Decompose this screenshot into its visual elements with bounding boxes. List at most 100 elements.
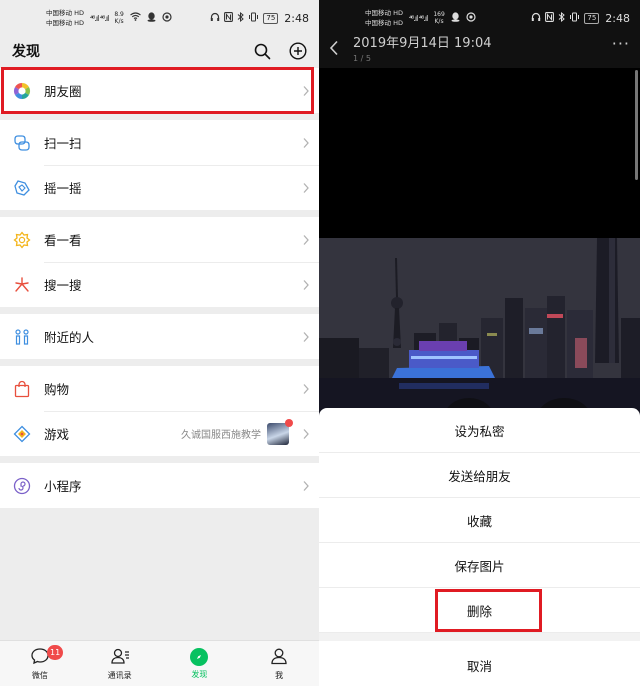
menu-item-top-stories[interactable]: 看一看 [0, 217, 319, 262]
skyline-illustration [319, 238, 640, 418]
network-speed: 169 K/s [433, 11, 444, 25]
menu-item-label: 摇一摇 [44, 181, 82, 196]
moments-icon [13, 82, 31, 100]
carrier-2: 中国移动 HD [46, 19, 84, 27]
back-icon[interactable] [329, 40, 343, 60]
menu-item-search[interactable]: 搜一搜 [0, 262, 319, 307]
photo-datetime: 2019年9月14日 19:04 [353, 36, 492, 51]
menu-item-mini-programs[interactable]: 小程序 [0, 463, 319, 508]
status-bar: 中国移动 HD 中国移动 HD ⁴⁶.ıl ⁴⁶.ıl 169 K/s 75 2… [319, 0, 640, 36]
network-speed: 8.9 K/s [114, 11, 124, 25]
nav-label: 发现 [191, 669, 208, 679]
group-shopping-games: 购物 游戏 久诚国服西施教学 [0, 366, 319, 456]
wifi-icon [130, 12, 141, 24]
nav-chats[interactable]: 11 微信 [0, 641, 80, 686]
search-icon[interactable] [254, 43, 271, 60]
action-delete[interactable]: 删除 [319, 588, 640, 633]
status-right: 75 2:48 [210, 11, 309, 25]
action-save-image[interactable]: 保存图片 [319, 543, 640, 588]
chevron-right-icon [303, 424, 309, 443]
bluetooth-icon [237, 11, 245, 25]
photo-viewer-screen: 中国移动 HD 中国移动 HD ⁴⁶.ıl ⁴⁶.ıl 169 K/s 75 2… [319, 0, 640, 686]
cancel-label: 取消 [466, 658, 492, 674]
battery-icon: 75 [584, 12, 600, 24]
cancel-button[interactable]: 取消 [319, 641, 640, 686]
qq-icon [147, 11, 156, 25]
chevron-right-icon [303, 230, 309, 249]
unread-badge: 11 [47, 645, 64, 660]
chevron-right-icon [303, 178, 309, 197]
menu-item-shopping[interactable]: 购物 [0, 366, 319, 411]
nfc-icon [224, 11, 234, 25]
action-send-to-friend[interactable]: 发送给朋友 [319, 453, 640, 498]
menu-item-people-nearby[interactable]: 附近的人 [0, 314, 319, 359]
status-bar: 中国移动 HD 中国移动 HD ⁴⁶.ıl ⁴⁶.ıl 8.9 K/s 75 2… [0, 0, 319, 36]
nav-me[interactable]: 我 [239, 641, 319, 686]
add-icon[interactable] [289, 42, 307, 60]
ring-icon [162, 11, 172, 25]
city-night-photo[interactable] [319, 238, 640, 418]
nfc-icon [545, 11, 555, 25]
action-label: 删除 [466, 603, 492, 619]
chevron-right-icon [303, 81, 309, 100]
clock: 2:48 [284, 11, 309, 25]
nav-label: 微信 [31, 670, 48, 680]
carrier-1: 中国移动 HD [46, 9, 84, 17]
battery-icon: 75 [263, 12, 279, 24]
chevron-right-icon [303, 133, 309, 152]
contacts-icon [110, 647, 130, 667]
discover-header: 发现 [0, 36, 319, 66]
menu-item-label: 扫一扫 [44, 136, 82, 151]
notification-dot [285, 418, 293, 427]
action-label: 发送给朋友 [448, 468, 511, 484]
signal-icon: ⁴⁶.ıl ⁴⁶.ıl [89, 13, 109, 23]
action-label: 保存图片 [454, 558, 505, 574]
headset-icon [210, 12, 220, 25]
carrier-info: 中国移动 HD 中国移动 HD [46, 8, 84, 28]
action-favorite[interactable]: 收藏 [319, 498, 640, 543]
nav-contacts[interactable]: 通讯录 [80, 641, 160, 686]
menu-item-scan[interactable]: 扫一扫 [0, 120, 319, 165]
discover-icon [190, 647, 209, 666]
menu-item-games[interactable]: 游戏 久诚国服西施教学 [0, 411, 319, 456]
ring-icon [466, 11, 476, 25]
action-label: 设为私密 [454, 423, 505, 439]
signal-icon: ⁴⁶.ıl ⁴⁶.ıl [408, 13, 428, 23]
people-nearby-icon [13, 328, 31, 346]
mini-programs-icon [13, 477, 31, 495]
action-set-private[interactable]: 设为私密 [319, 408, 640, 453]
chevron-right-icon [303, 275, 309, 294]
sheet-divider [319, 633, 640, 641]
viewer-header: 2019年9月14日 19:04 1 / 5 ··· [319, 34, 640, 68]
speed-unit: K/s [434, 18, 444, 25]
menu-item-label: 购物 [44, 382, 70, 397]
nav-label: 我 [275, 670, 284, 680]
carrier-info: 中国移动 HD 中国移动 HD [365, 8, 403, 28]
nav-discover[interactable]: 发现 [160, 641, 240, 686]
bottom-nav: 11 微信 通讯录 发现 我 [0, 640, 319, 686]
menu-item-label: 小程序 [44, 479, 82, 494]
games-preview-text: 久诚国服西施教学 [181, 430, 261, 441]
games-icon [13, 425, 31, 443]
headset-icon [531, 12, 541, 25]
me-icon [269, 647, 289, 667]
search-star-icon [13, 276, 31, 294]
carrier-2: 中国移动 HD [365, 19, 403, 27]
scrollbar[interactable] [635, 70, 638, 180]
menu-item-moments[interactable]: 朋友圈 [0, 68, 319, 113]
more-icon[interactable]: ··· [612, 34, 630, 53]
top-stories-icon [13, 230, 31, 249]
discover-screen: 中国移动 HD 中国移动 HD ⁴⁶.ıl ⁴⁶.ıl 8.9 K/s 75 2… [0, 0, 319, 686]
status-right: 75 2:48 [531, 11, 630, 25]
carrier-1: 中国移动 HD [365, 9, 403, 17]
header-actions [254, 42, 307, 60]
group-nearby: 附近的人 [0, 314, 319, 359]
page-title: 发现 [12, 44, 40, 60]
shake-icon [13, 179, 31, 197]
menu-item-label: 搜一搜 [44, 278, 82, 293]
photo-black-area [319, 68, 640, 238]
clock: 2:48 [605, 11, 630, 25]
chevron-right-icon [303, 327, 309, 346]
menu-item-shake[interactable]: 摇一摇 [0, 165, 319, 210]
action-label: 收藏 [466, 513, 492, 529]
